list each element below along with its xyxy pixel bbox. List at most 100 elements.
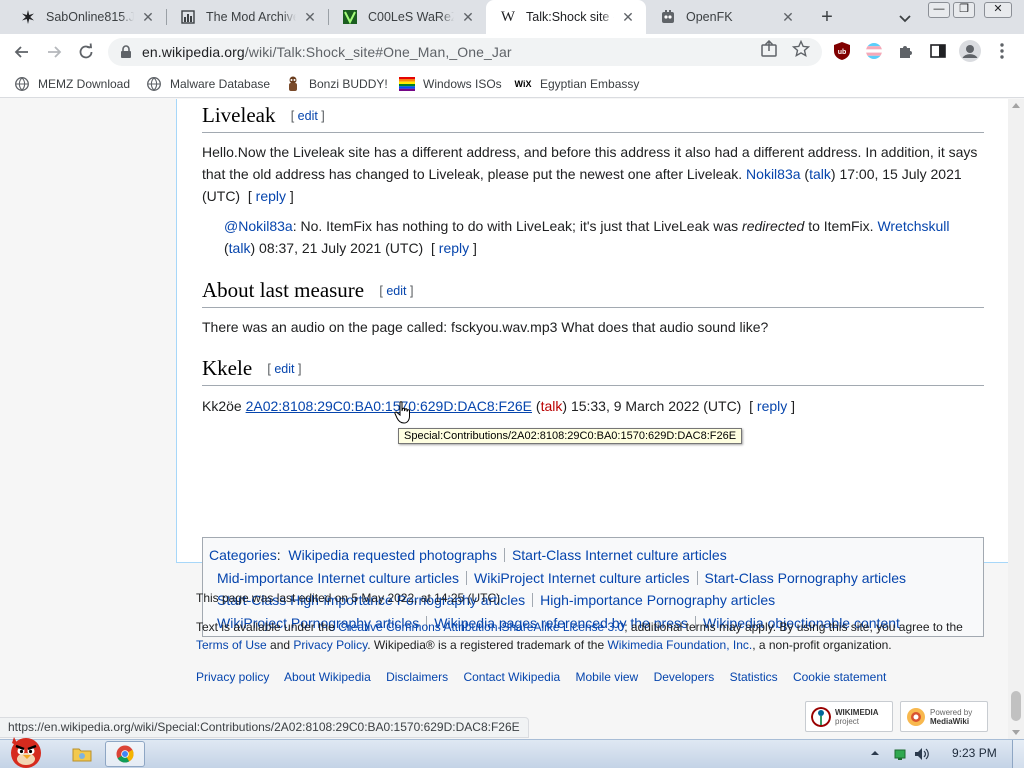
close-tab-icon[interactable]: ✕ (460, 9, 476, 25)
scroll-up-arrow-icon[interactable] (1012, 103, 1020, 108)
wix-icon: WiX (514, 79, 532, 89)
reply-link[interactable]: reply (439, 240, 469, 256)
category-link[interactable]: Start-Class Internet culture articles (512, 547, 727, 563)
page-viewport[interactable]: Liveleak [ edit ] Hello.Now the Liveleak… (0, 99, 1008, 739)
mention-link[interactable]: @Nokil83a (224, 218, 293, 234)
globe-icon (14, 76, 30, 92)
wikimedia-badge-text: WIKIMEDIA project (835, 708, 879, 726)
openfk-icon (660, 9, 676, 25)
warez-icon (342, 9, 358, 25)
powered-by-mediawiki-badge[interactable]: Powered by MediaWiki (900, 701, 988, 732)
close-tab-icon[interactable]: ✕ (140, 9, 156, 25)
taskbar-chrome-button[interactable] (105, 741, 145, 767)
new-tab-button[interactable]: + (815, 6, 839, 30)
terms-of-use-link[interactable]: Terms of Use (196, 638, 267, 652)
tab-talk-shock-site[interactable]: W Talk:Shock site - W ✕ (486, 0, 646, 34)
footer-link-disclaimers[interactable]: Disclaimers (386, 670, 448, 684)
ip-contributions-link[interactable]: 2A02:8108:29C0:BA0:1570:629D:DAC8:F26E (246, 398, 532, 414)
user-link[interactable]: Nokil83a (746, 166, 800, 182)
chart-icon (180, 9, 196, 25)
trans-flag-extension-icon[interactable] (864, 41, 884, 61)
badge-line: Powered by (930, 707, 973, 717)
edit-link[interactable]: edit (274, 362, 294, 376)
tab-openfk[interactable]: OpenFK ✕ (646, 0, 806, 34)
user-link[interactable]: Wretchskull (877, 218, 949, 234)
side-panel-icon[interactable] (928, 41, 948, 61)
address-bar[interactable]: en.wikipedia.org/wiki/Talk:Shock_site#On… (108, 38, 822, 66)
reply-link[interactable]: reply (757, 398, 787, 414)
show-desktop-button[interactable] (1012, 740, 1024, 768)
ublock-icon[interactable]: ub (832, 41, 852, 61)
scrollbar-thumb[interactable] (1011, 691, 1021, 721)
talk-link[interactable]: talk (809, 166, 831, 182)
footer-link-contact[interactable]: Contact Wikipedia (463, 670, 560, 684)
scroll-down-arrow-icon[interactable] (1012, 730, 1020, 735)
share-icon[interactable] (760, 39, 778, 58)
footer-link-privacy-policy[interactable]: Privacy policy (196, 670, 269, 684)
bookmark-memz[interactable]: MEMZ Download (14, 75, 130, 93)
edit-link[interactable]: edit (298, 109, 318, 123)
footer-link-statistics[interactable]: Statistics (730, 670, 778, 684)
minimize-icon[interactable]: — (928, 2, 950, 18)
tab-sabonline[interactable]: SabOnline815.JPG ✕ (6, 0, 166, 34)
categories-label-link[interactable]: Categories (209, 547, 277, 563)
close-tab-icon[interactable]: ✕ (620, 9, 636, 25)
license-link[interactable]: Creative Commons Attribution-ShareAlike … (338, 620, 624, 634)
restore-icon[interactable]: ❐ (953, 2, 975, 18)
category-link[interactable]: Start-Class Pornography articles (705, 570, 907, 586)
comment-emphasis: redirected (742, 218, 805, 234)
footer-link-mobile-view[interactable]: Mobile view (576, 670, 639, 684)
category-link[interactable]: WikiProject Internet culture articles (474, 570, 690, 586)
close-tab-icon[interactable]: ✕ (302, 9, 318, 25)
tab-coolest-warez[interactable]: C00LeS WaReZ UI ✕ (328, 0, 486, 34)
reply-link[interactable]: reply (256, 188, 286, 204)
chrome-icon (116, 745, 134, 763)
taskbar-clock[interactable]: 9:23 PM (952, 746, 997, 760)
footer-link-developers[interactable]: Developers (654, 670, 715, 684)
wikipedia-icon: W (500, 8, 516, 25)
bookmark-bonzi-buddy[interactable]: Bonzi BUDDY! (285, 75, 388, 93)
forward-button[interactable] (42, 40, 66, 64)
footer-text: and (266, 638, 294, 652)
comment-timestamp: 08:37, 21 July 2021 (UTC) (259, 240, 424, 256)
category-link[interactable]: Mid-importance Internet culture articles (217, 570, 459, 586)
talk-link[interactable]: talk (541, 398, 563, 414)
close-window-icon[interactable]: ✕ (984, 2, 1012, 18)
tab-mod-archive[interactable]: The Mod Archive ✕ (166, 0, 328, 34)
category-link[interactable]: Wikipedia requested photographs (288, 547, 497, 563)
bookmark-malware-database[interactable]: Malware Database (146, 75, 270, 93)
network-icon[interactable] (893, 747, 907, 764)
footer-link-about[interactable]: About Wikipedia (284, 670, 371, 684)
extensions-puzzle-icon[interactable] (896, 41, 916, 61)
privacy-policy-link[interactable]: Privacy Policy (293, 638, 367, 652)
lock-icon[interactable] (118, 44, 134, 60)
wikimedia-foundation-link[interactable]: Wikimedia Foundation, Inc. (607, 638, 752, 652)
bookmark-windows-isos[interactable]: Windows ISOs (399, 75, 502, 93)
taskbar-explorer-button[interactable] (62, 741, 102, 767)
close-tab-icon[interactable]: ✕ (780, 9, 796, 25)
footer-link-cookie-statement[interactable]: Cookie statement (793, 670, 886, 684)
section-title: Liveleak (202, 103, 276, 127)
volume-icon[interactable] (914, 747, 930, 764)
address-host: en.wikipedia.org (142, 44, 245, 60)
reload-button[interactable] (74, 40, 98, 64)
back-button[interactable] (10, 40, 34, 64)
page-scrollbar[interactable] (1008, 99, 1024, 739)
menu-kebab-icon[interactable] (992, 41, 1012, 61)
license-line: Text is available under the Creative Com… (196, 620, 963, 634)
wikimedia-project-badge[interactable]: WIKIMEDIA project (805, 701, 893, 732)
edit-link[interactable]: edit (386, 284, 406, 298)
bookmark-label: Windows ISOs (423, 77, 502, 91)
profile-avatar-icon[interactable] (958, 39, 982, 63)
angry-bird-start-icon[interactable] (4, 731, 48, 768)
talk-link[interactable]: talk (229, 240, 251, 256)
show-hidden-icons[interactable] (870, 747, 880, 761)
comment-audio-question: There was an audio on the page called: f… (202, 316, 984, 338)
bookmark-star-icon[interactable] (791, 39, 811, 58)
footer-text: . Wikipedia® is a registered trademark o… (367, 638, 608, 652)
comment-text: Kk2öe (202, 398, 242, 414)
category-link[interactable]: High-importance Pornography articles (540, 592, 775, 608)
tab-search-chevron-icon[interactable] (895, 8, 915, 28)
bookmark-egyptian-embassy[interactable]: WiX Egyptian Embassy (514, 75, 640, 93)
bookmarks-bar: MEMZ Download Malware Database Bonzi BUD… (0, 70, 1024, 98)
